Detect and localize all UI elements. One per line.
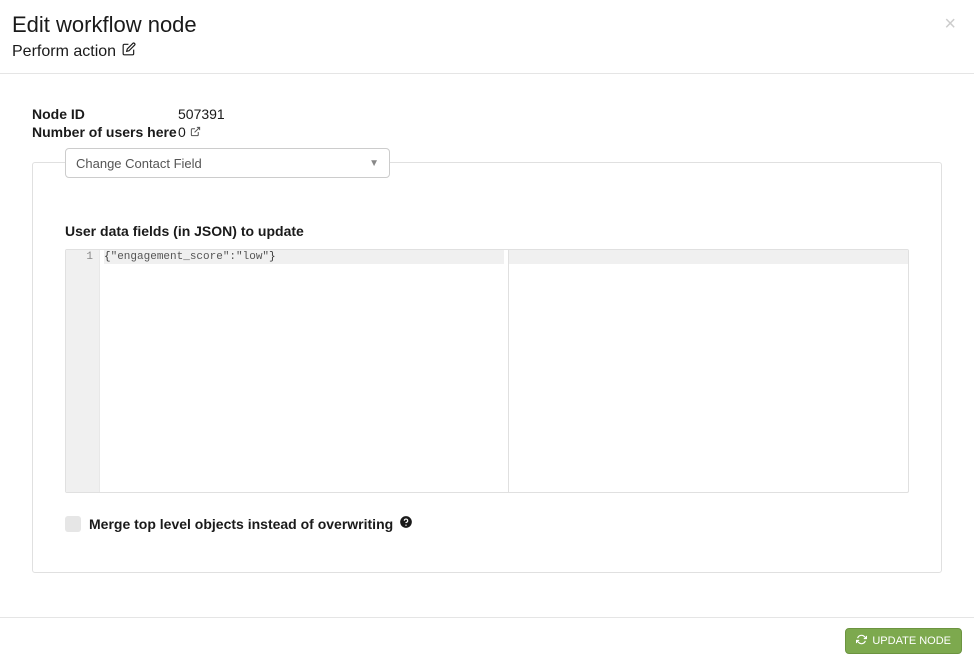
node-id-label: Node ID — [32, 106, 178, 122]
line-number: 1 — [66, 250, 99, 264]
update-button-label: UPDATE NODE — [872, 635, 951, 647]
users-value: 0 — [178, 124, 201, 140]
edit-icon[interactable] — [122, 42, 136, 61]
action-panel-wrapper: Change Contact Field ▼ User data fields … — [32, 162, 942, 573]
merge-label-text: Merge top level objects instead of overw… — [89, 516, 393, 532]
close-icon[interactable]: × — [944, 14, 956, 34]
editor-left[interactable]: {"engagement_score":"low"} — [100, 250, 509, 492]
users-count: 0 — [178, 124, 186, 140]
modal-footer: UPDATE NODE — [0, 617, 974, 664]
editor-pane: {"engagement_score":"low"} — [100, 250, 908, 492]
users-row: Number of users here 0 — [32, 124, 942, 140]
merge-checkbox[interactable] — [65, 516, 81, 532]
json-field-label: User data fields (in JSON) to update — [65, 223, 909, 239]
modal-body: Node ID 507391 Number of users here 0 Ch… — [0, 74, 974, 573]
node-id-value: 507391 — [178, 106, 225, 122]
dropdown-selected: Change Contact Field — [76, 156, 202, 171]
refresh-icon — [856, 634, 867, 648]
code-line-1: {"engagement_score":"low"} — [104, 250, 504, 264]
merge-checkbox-label: Merge top level objects instead of overw… — [89, 515, 413, 532]
action-panel: User data fields (in JSON) to update 1 {… — [32, 162, 942, 573]
modal-header: Edit workflow node Perform action × — [0, 0, 974, 74]
help-icon[interactable] — [399, 515, 413, 532]
code-content: "engagement_score":"low" — [111, 251, 269, 263]
merge-checkbox-row: Merge top level objects instead of overw… — [65, 515, 909, 532]
chevron-down-icon: ▼ — [369, 158, 379, 169]
update-node-button[interactable]: UPDATE NODE — [845, 628, 962, 654]
subtitle-text: Perform action — [12, 43, 116, 61]
external-link-icon[interactable] — [190, 124, 201, 140]
code-line-right — [509, 250, 909, 264]
action-type-dropdown[interactable]: Change Contact Field ▼ — [65, 148, 390, 178]
editor-right[interactable] — [509, 250, 909, 492]
modal-subtitle: Perform action — [12, 42, 962, 61]
modal-title: Edit workflow node — [12, 12, 962, 38]
json-editor[interactable]: 1 {"engagement_score":"low"} — [65, 249, 909, 493]
users-label: Number of users here — [32, 124, 178, 140]
editor-gutter: 1 — [66, 250, 100, 492]
node-id-row: Node ID 507391 — [32, 106, 942, 122]
